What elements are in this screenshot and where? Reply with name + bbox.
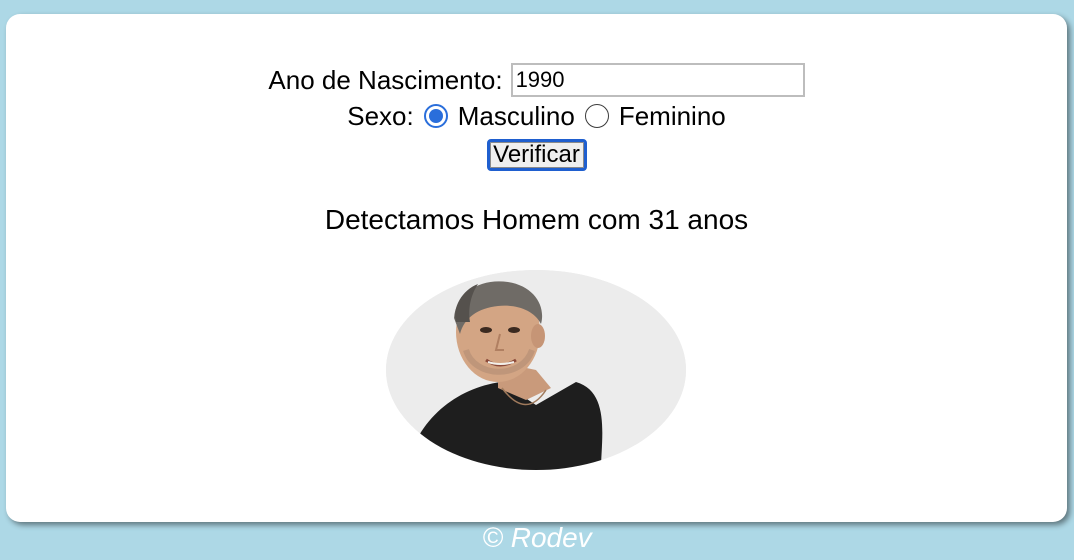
button-row: Verificar [6, 139, 1067, 171]
result-text: Detectamos Homem com 31 anos [324, 204, 749, 235]
man-photo-icon [386, 270, 686, 470]
radio-feminino[interactable] [584, 104, 609, 128]
radio-label-feminino[interactable]: Feminino [619, 103, 726, 129]
radio-masculino[interactable] [423, 104, 448, 128]
footer-credit: © Rodev [482, 522, 592, 553]
result-photo [386, 270, 686, 470]
sex-row: Sexo: Masculino Feminino [6, 103, 1067, 129]
verify-button[interactable]: Verificar [486, 139, 587, 171]
top-heading-cutoff: • • • [0, 0, 1074, 12]
birth-year-input[interactable] [510, 63, 805, 97]
main-card: Ano de Nascimento: Sexo: Masculino Femin… [6, 14, 1067, 522]
birth-year-row: Ano de Nascimento: [6, 63, 1067, 97]
birth-year-label: Ano de Nascimento: [268, 65, 503, 95]
radio-label-masculino[interactable]: Masculino [458, 103, 575, 129]
sex-label: Sexo: [347, 101, 414, 131]
